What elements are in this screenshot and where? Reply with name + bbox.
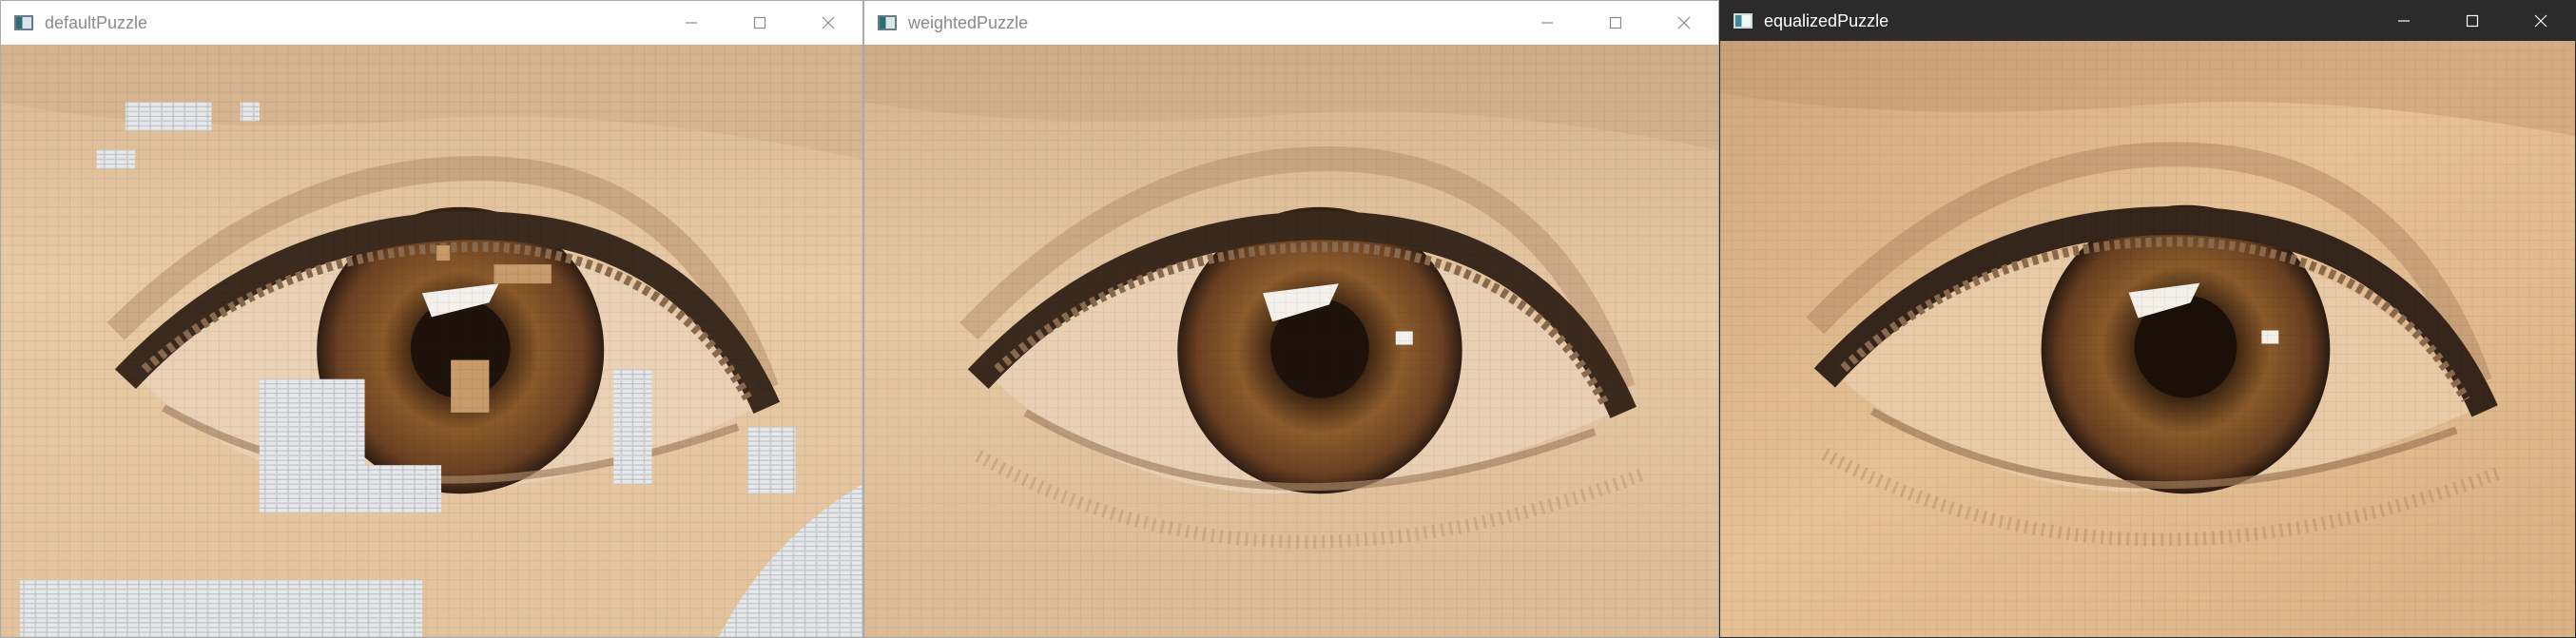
minimize-button[interactable] (1513, 1, 1581, 45)
window-title: defaultPuzzle (45, 12, 148, 32)
title-bar[interactable]: weightedPuzzle (864, 1, 1718, 45)
maximize-icon (1609, 16, 1622, 29)
desktop: defaultPuzzle weightedPuzzle equalizedPu… (0, 0, 2576, 638)
window-equalized-puzzle[interactable]: equalizedPuzzle (1719, 0, 2576, 638)
maximize-icon (753, 16, 766, 29)
app-window-icon (878, 15, 897, 30)
app-window-icon (14, 15, 33, 30)
minimize-icon (686, 22, 697, 24)
window-title: equalizedPuzzle (1764, 10, 1889, 30)
window-default-puzzle[interactable]: defaultPuzzle (0, 0, 863, 638)
minimize-icon (1541, 22, 1553, 24)
maximize-button[interactable] (726, 1, 794, 45)
window-controls (657, 1, 862, 45)
puzzle-image (1720, 41, 2575, 637)
window-title: weightedPuzzle (908, 12, 1029, 32)
eye-mosaic-image (1, 45, 862, 637)
window-controls (1513, 1, 1718, 45)
minimize-icon (2398, 20, 2410, 22)
eye-mosaic-image (864, 45, 1718, 637)
eye-mosaic-image (1720, 41, 2575, 637)
window-weighted-puzzle[interactable]: weightedPuzzle (863, 0, 1719, 638)
close-button[interactable] (2507, 1, 2575, 41)
minimize-button[interactable] (2370, 1, 2438, 41)
maximize-button[interactable] (1581, 1, 1650, 45)
maximize-icon (2466, 14, 2479, 28)
maximize-button[interactable] (2438, 1, 2507, 41)
minimize-button[interactable] (657, 1, 726, 45)
app-window-icon (1733, 13, 1753, 29)
puzzle-image (864, 45, 1718, 637)
close-icon (2534, 14, 2547, 28)
window-controls (2370, 1, 2575, 41)
close-icon (1677, 16, 1691, 29)
close-button[interactable] (1650, 1, 1718, 45)
title-bar[interactable]: equalizedPuzzle (1720, 1, 2575, 41)
close-button[interactable] (794, 1, 862, 45)
close-icon (822, 16, 835, 29)
title-bar[interactable]: defaultPuzzle (1, 1, 862, 45)
puzzle-image (1, 45, 862, 637)
